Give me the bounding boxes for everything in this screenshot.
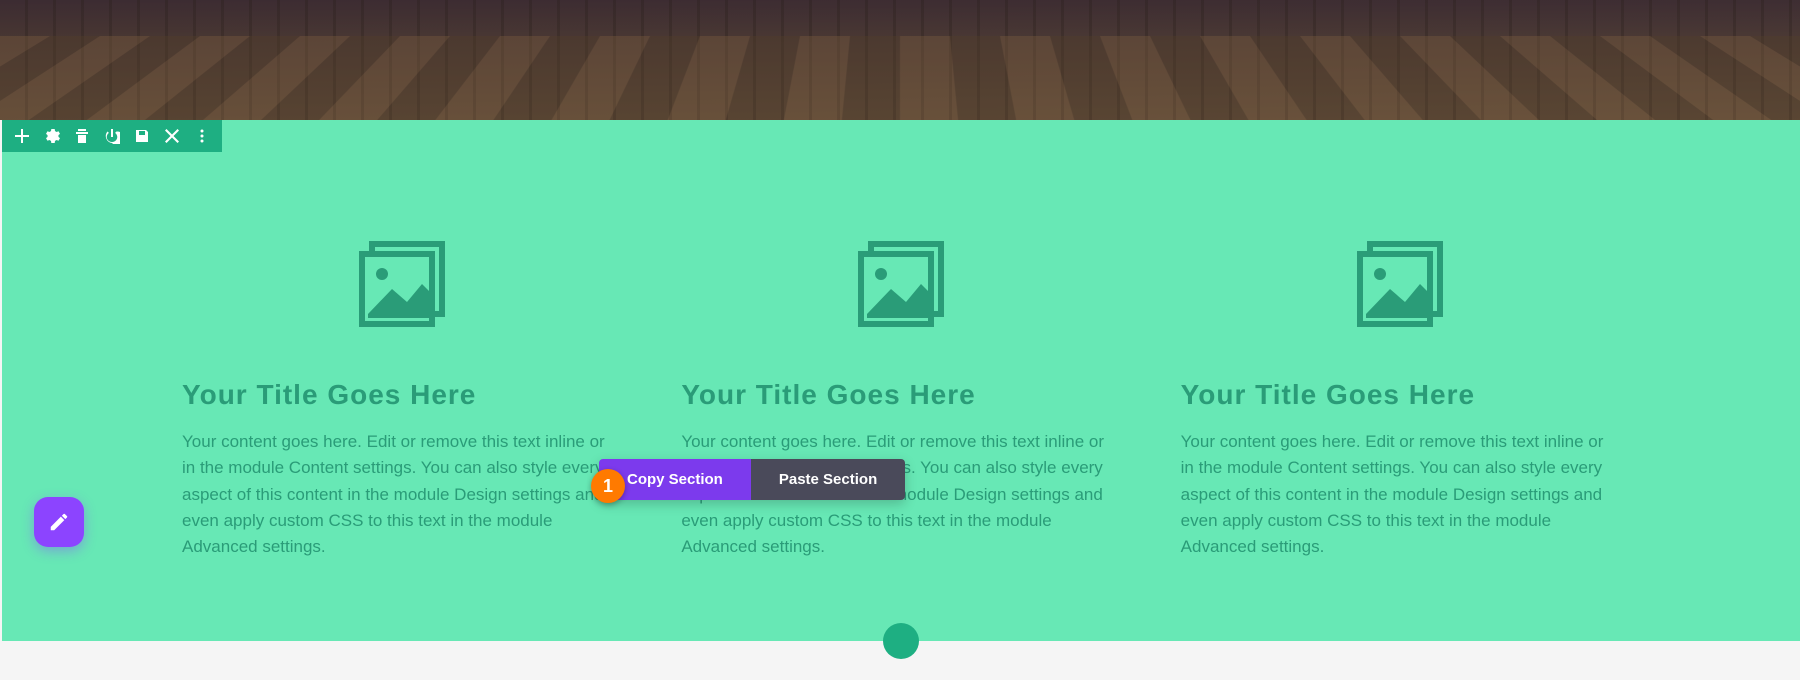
column-body-text: Your content goes here. Edit or remove t…: [1181, 429, 1620, 561]
more-icon[interactable]: [194, 128, 210, 144]
column-1: Your Title Goes Here Your content goes h…: [182, 234, 621, 561]
close-icon[interactable]: [164, 128, 180, 144]
editable-section: Your Title Goes Here Your content goes h…: [2, 120, 1800, 641]
image-placeholder-icon: [352, 234, 452, 334]
step-callout-badge: 1: [591, 469, 625, 503]
column-title: Your Title Goes Here: [681, 379, 975, 411]
add-section-button[interactable]: [883, 623, 919, 659]
gear-icon[interactable]: [44, 128, 60, 144]
section-toolbar: [2, 120, 222, 152]
image-placeholder-icon: [1350, 234, 1450, 334]
pencil-icon: [48, 511, 70, 533]
save-icon[interactable]: [134, 128, 150, 144]
add-icon[interactable]: [14, 128, 30, 144]
column-2: Your Title Goes Here Your content goes h…: [681, 234, 1120, 561]
edit-fab-button[interactable]: [34, 497, 84, 547]
power-icon[interactable]: [104, 128, 120, 144]
column-3: Your Title Goes Here Your content goes h…: [1181, 234, 1620, 561]
paste-section-button[interactable]: Paste Section: [751, 459, 905, 500]
column-body-text: Your content goes here. Edit or remove t…: [182, 429, 621, 561]
image-placeholder-icon: [851, 234, 951, 334]
column-title: Your Title Goes Here: [1181, 379, 1475, 411]
column-title: Your Title Goes Here: [182, 379, 476, 411]
hero-background-image: [0, 0, 1800, 120]
section-context-menu: Copy Section Paste Section: [599, 459, 905, 500]
duplicate-icon[interactable]: [74, 128, 90, 144]
